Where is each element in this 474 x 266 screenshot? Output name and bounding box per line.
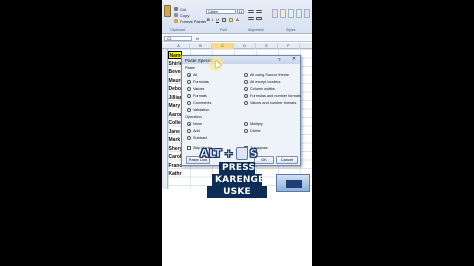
checkbox-icon[interactable] [187,146,191,150]
right-black-bar [312,0,474,266]
radio-selected-icon[interactable] [187,73,191,77]
group-clipboard-label: Clipboard [170,28,185,32]
paste-option-formulas[interactable]: Formulas [187,79,209,85]
name-cell[interactable]: Shirle [168,60,183,68]
paste-option-formats[interactable]: Formats [187,93,207,99]
name-cell[interactable]: Maure [168,77,183,85]
operation-option-add[interactable]: Add [187,128,200,134]
cut-icon[interactable] [174,7,178,11]
name-cell[interactable]: Debo [168,85,182,93]
caption-uske-baad: USKE BAAD [207,186,267,209]
paste-option-validation[interactable]: Validation [187,107,209,113]
copy-icon[interactable] [174,13,178,17]
caption-press: PRESS [219,162,255,174]
wrap-text-icon[interactable] [248,17,254,20]
left-black-bar [0,0,162,266]
align-center-icon[interactable] [256,10,262,13]
radio-icon[interactable] [187,136,191,140]
radio-icon[interactable] [187,101,191,105]
cancel-button[interactable]: Cancel [276,156,298,164]
name-cell[interactable]: Kathr [168,170,182,178]
style-swatch[interactable] [304,9,310,18]
style-swatch[interactable] [272,9,278,18]
name-cell[interactable]: Franc [168,162,183,170]
font-name-select[interactable]: Calibri [206,9,236,14]
group-font-label: Font [220,28,228,32]
format-painter-button[interactable]: Format Painter [180,19,206,24]
formula-bar: C2 fx [162,35,312,42]
thumbnail-image [286,180,302,188]
paste-option-formulas-number-formats[interactable]: Formulas and number formats [244,93,301,99]
radio-icon[interactable] [244,122,248,126]
font-size-select[interactable]: 11 [237,9,244,14]
paste-section-label: Paste [185,66,195,70]
name-cell[interactable]: Carol [168,153,182,161]
paste-option-column-widths[interactable]: Column widths [244,86,275,92]
radio-selected-icon[interactable] [187,122,191,126]
bold-icon[interactable]: B [207,17,210,22]
radio-icon[interactable] [244,87,248,91]
style-swatch[interactable] [288,9,294,18]
italic-icon[interactable]: I [212,17,213,22]
cut-button[interactable]: Cut [180,7,186,12]
fill-color-icon[interactable] [229,18,233,22]
operation-option-subtract[interactable]: Subtract [187,135,207,141]
operation-option-divide[interactable]: Divide [244,128,261,134]
dialog-title-bar[interactable]: Paste Special ? ✕ [182,56,300,64]
clipboard-thumbnail [276,174,310,192]
radio-icon[interactable] [244,129,248,133]
paste-option-all[interactable]: All [187,72,197,78]
operation-option-none[interactable]: None [187,121,202,127]
copy-button[interactable]: Copy [180,13,189,18]
style-swatch[interactable] [280,9,286,18]
name-cell[interactable]: Mark [168,136,182,144]
help-icon[interactable]: ? [278,57,281,62]
style-swatch[interactable] [296,9,302,18]
radio-icon[interactable] [187,87,191,91]
paste-option-source-theme[interactable]: All using Source theme [244,72,289,78]
name-cell[interactable]: Jillian [168,94,183,102]
radio-icon[interactable] [244,80,248,84]
font-color-icon[interactable]: A [236,17,239,22]
paste-option-values[interactable]: Values [187,86,204,92]
name-cell[interactable]: Shery [168,145,183,153]
name-cell[interactable]: Bever [168,68,183,76]
radio-icon[interactable] [187,94,191,98]
paste-option-values-number-formats[interactable]: Values and number formats [244,100,296,106]
name-cell[interactable]: Collee [168,119,183,127]
plus-text: + [224,146,234,160]
merge-icon[interactable] [256,17,262,20]
radio-icon[interactable] [187,108,191,112]
radio-icon[interactable] [187,129,191,133]
key-letter-text: S [249,146,258,160]
underline-icon[interactable]: U [216,17,219,22]
ribbon: Cut Copy Format Painter Clipboard Calibr… [162,0,312,34]
operation-section-label: Operation [185,115,202,119]
fx-icon[interactable]: fx [196,36,199,41]
group-styles-label: Styles [286,28,296,32]
radio-icon[interactable] [187,80,191,84]
name-cell[interactable]: Aaron [168,111,183,119]
paste-option-except-borders[interactable]: All except borders [244,79,280,85]
keyboard-key-icon [235,146,248,160]
radio-icon[interactable] [244,73,248,77]
radio-icon[interactable] [244,94,248,98]
radio-icon[interactable] [244,101,248,105]
cell-a1-header[interactable]: Name [168,51,182,59]
name-cell[interactable]: Jane [168,128,182,136]
name-cell[interactable]: Mary [168,102,182,110]
name-box[interactable]: C2 [164,36,192,41]
paste-icon[interactable] [164,5,171,17]
align-left-icon[interactable] [248,10,254,13]
format-painter-icon[interactable] [174,19,178,23]
shortcut-caption: ALT + S [200,143,258,163]
close-icon[interactable]: ✕ [290,56,298,63]
caption-karenge: KARENGE [212,174,264,186]
excel-window: Cut Copy Format Painter Clipboard Calibr… [162,0,312,266]
borders-icon[interactable] [222,18,226,22]
group-alignment-label: Alignment [248,28,264,32]
alt-key-text: ALT [200,146,223,160]
operation-option-multiply[interactable]: Multiply [244,121,263,127]
paste-option-comments[interactable]: Comments [187,100,211,106]
